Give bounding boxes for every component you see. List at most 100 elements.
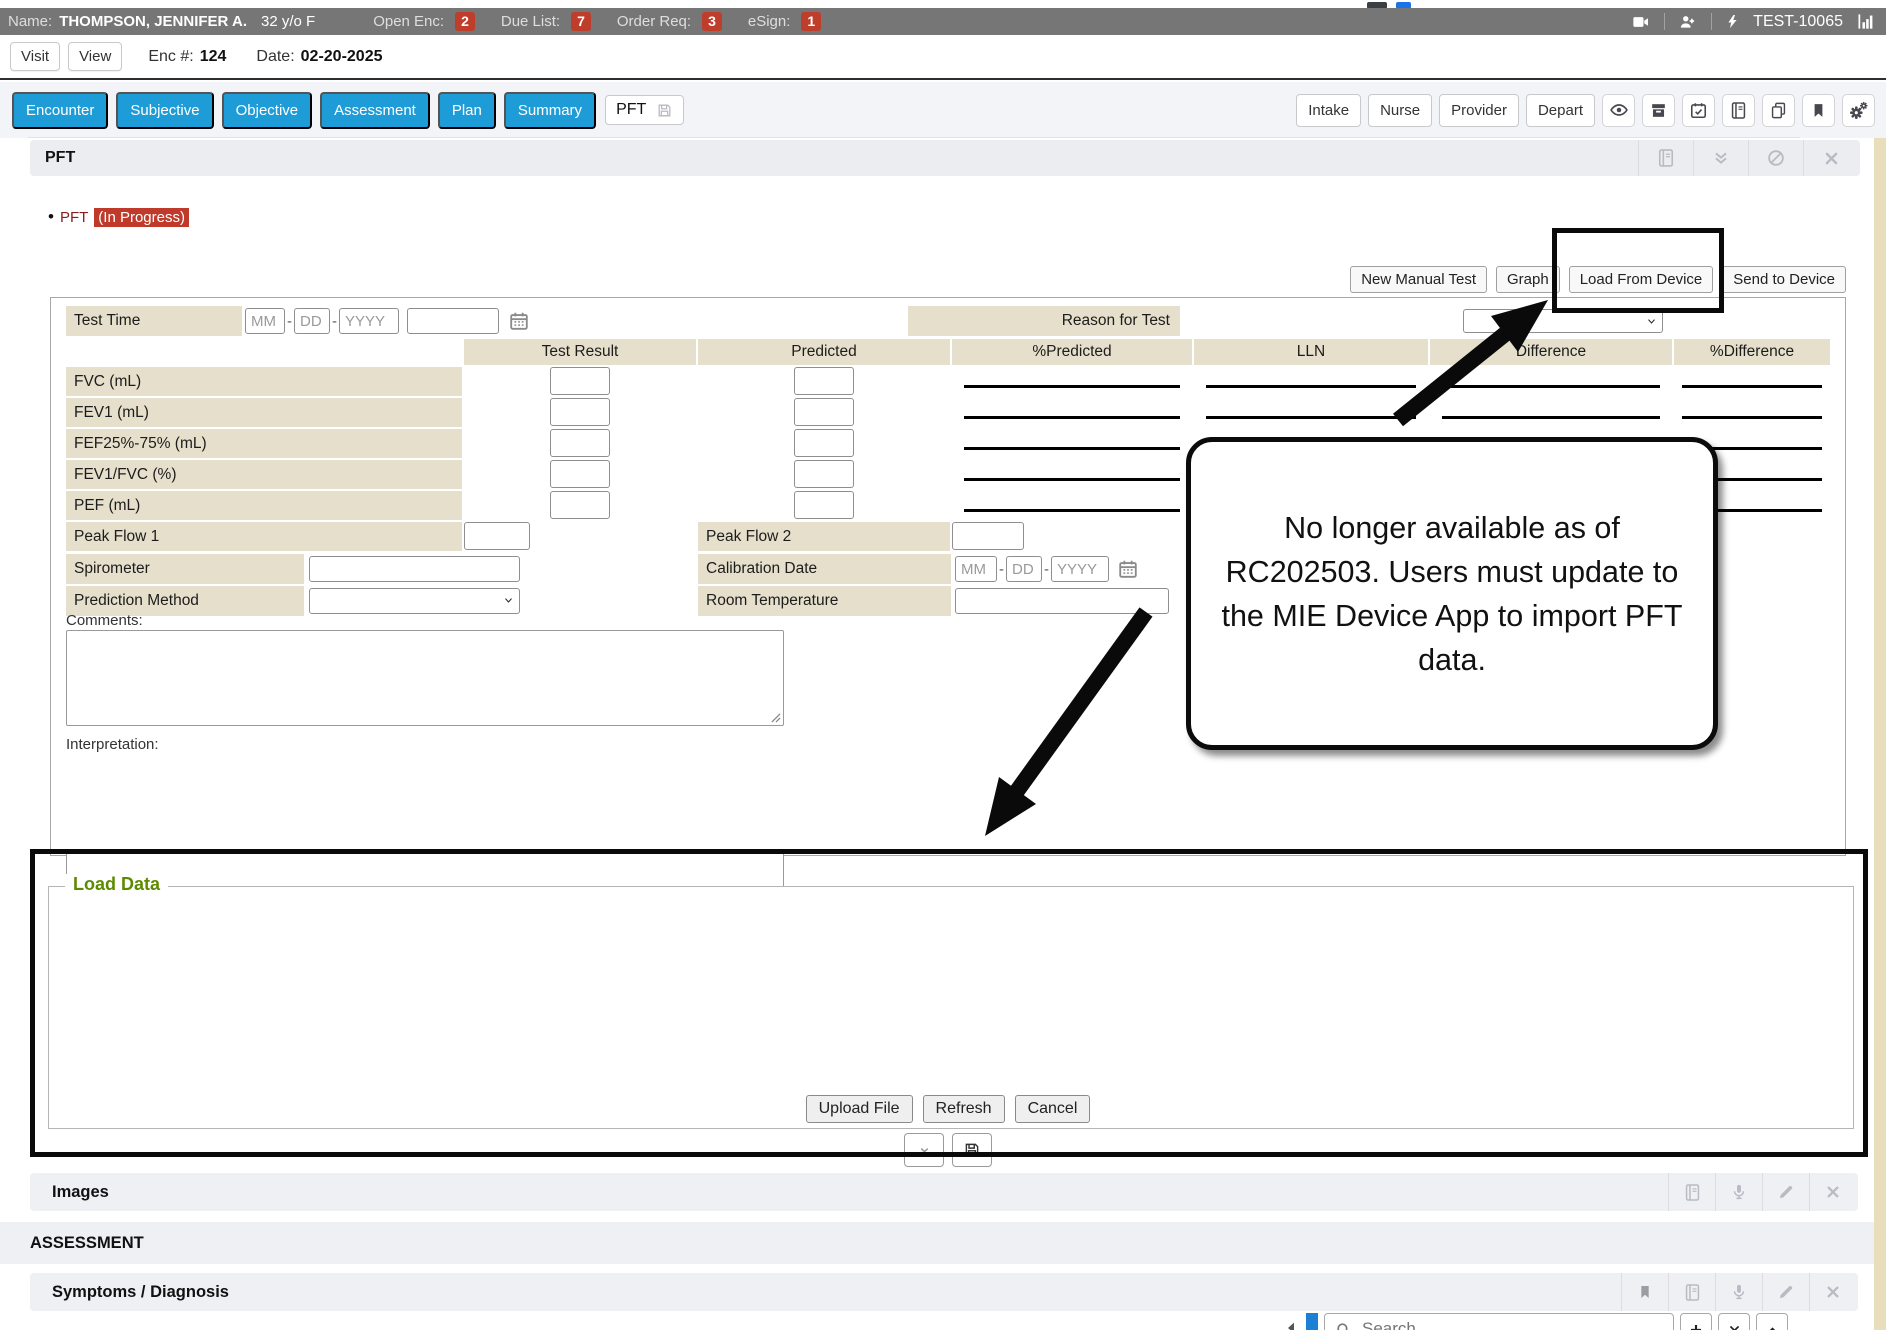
load-from-device-button[interactable]: Load From Device — [1569, 266, 1714, 293]
test-time-input[interactable] — [407, 308, 499, 334]
caret-up-icon[interactable] — [1756, 1313, 1788, 1330]
settings-gears-icon[interactable] — [1842, 94, 1875, 127]
tab-subjective[interactable]: Subjective — [116, 92, 213, 129]
book-icon[interactable] — [1638, 140, 1693, 176]
spirometer-input[interactable] — [309, 556, 520, 582]
section-mini-controls — [50, 1133, 1846, 1167]
send-to-device-button[interactable]: Send to Device — [1722, 266, 1846, 293]
images-section-bar[interactable]: Images — [30, 1173, 1858, 1211]
room-temperature-input[interactable] — [955, 588, 1169, 614]
close-icon[interactable] — [1718, 1313, 1750, 1330]
peak-flow-1-label: Peak Flow 1 — [66, 522, 462, 551]
collapse-left-icon[interactable] — [1284, 1319, 1300, 1330]
chevron-down-icon[interactable] — [904, 1133, 944, 1167]
save-icon[interactable] — [952, 1133, 992, 1167]
copy-icon[interactable] — [1762, 94, 1795, 127]
provider-button[interactable]: Provider — [1439, 94, 1519, 127]
pef-predicted-input[interactable] — [794, 491, 854, 519]
bookmark-icon[interactable] — [1802, 94, 1835, 127]
depart-button[interactable]: Depart — [1526, 94, 1595, 127]
test-date-dd-input[interactable] — [294, 308, 330, 334]
test-date-yyyy-input[interactable] — [339, 308, 399, 334]
open-enc-count[interactable]: 2 — [455, 12, 475, 31]
microphone-icon[interactable] — [1715, 1273, 1762, 1311]
save-icon[interactable] — [656, 102, 673, 119]
intake-button[interactable]: Intake — [1296, 94, 1361, 127]
enc-number-value: 124 — [200, 48, 227, 66]
esign-count[interactable]: 1 — [801, 12, 821, 31]
calibration-mm-input[interactable] — [955, 556, 997, 582]
col-test-result: Test Result — [464, 339, 696, 365]
assessment-section-bar[interactable]: ASSESSMENT — [0, 1222, 1886, 1264]
book-icon[interactable] — [1722, 94, 1755, 127]
tab-encounter[interactable]: Encounter — [12, 92, 108, 129]
book-icon[interactable] — [1668, 1173, 1715, 1211]
visit-button[interactable]: Visit — [10, 42, 60, 71]
tab-summary[interactable]: Summary — [504, 92, 596, 129]
close-icon[interactable] — [1803, 140, 1858, 176]
bar-chart-icon[interactable] — [1856, 12, 1876, 31]
cancel-button[interactable]: Cancel — [1015, 1095, 1091, 1123]
cancel-icon[interactable] — [1748, 140, 1803, 176]
tab-plan[interactable]: Plan — [438, 92, 496, 129]
add-icon[interactable] — [1680, 1313, 1712, 1330]
calibration-yyyy-input[interactable] — [1051, 556, 1109, 582]
order-req-count[interactable]: 3 — [702, 12, 722, 31]
tab-pft-active[interactable]: PFT — [605, 95, 684, 125]
fvc-test-result-input[interactable] — [550, 367, 610, 395]
pef-test-result-input[interactable] — [550, 491, 610, 519]
symptoms-diagnosis-section-bar[interactable]: Symptoms / Diagnosis — [30, 1273, 1858, 1311]
fef-predicted-input[interactable] — [794, 429, 854, 457]
search-input-wrap[interactable] — [1324, 1313, 1674, 1330]
fev1fvc-predicted-input[interactable] — [794, 460, 854, 488]
pencil-icon[interactable] — [1762, 1173, 1809, 1211]
lightning-icon[interactable] — [1725, 12, 1740, 31]
peak-flow-2-input[interactable] — [952, 522, 1024, 550]
due-list-count[interactable]: 7 — [571, 12, 591, 31]
tab-assessment[interactable]: Assessment — [320, 92, 430, 129]
collapse-icon[interactable] — [1693, 140, 1748, 176]
bookmark-icon[interactable] — [1621, 1273, 1668, 1311]
close-icon[interactable] — [1809, 1173, 1856, 1211]
prediction-method-select[interactable] — [309, 588, 520, 614]
tab-objective[interactable]: Objective — [222, 92, 313, 129]
assessment-title: ASSESSMENT — [30, 1234, 144, 1253]
peak-flow-2-label: Peak Flow 2 — [698, 522, 950, 551]
fev1-test-result-input[interactable] — [550, 398, 610, 426]
archive-icon[interactable] — [1642, 94, 1675, 127]
fef-test-result-input[interactable] — [550, 429, 610, 457]
fev1fvc-test-result-input[interactable] — [550, 460, 610, 488]
new-manual-test-button[interactable]: New Manual Test — [1350, 266, 1487, 293]
refresh-button[interactable]: Refresh — [923, 1095, 1005, 1123]
pencil-icon[interactable] — [1762, 1273, 1809, 1311]
calendar-icon[interactable] — [508, 310, 530, 332]
video-icon[interactable] — [1630, 13, 1651, 31]
symptoms-diagnosis-title: Symptoms / Diagnosis — [52, 1283, 229, 1302]
add-user-icon[interactable] — [1678, 13, 1698, 31]
blank-line — [964, 509, 1180, 512]
search-input[interactable] — [1360, 1318, 1634, 1330]
nurse-button[interactable]: Nurse — [1368, 94, 1432, 127]
blank-line — [1206, 385, 1417, 388]
col-predicted: Predicted — [698, 339, 950, 365]
close-icon[interactable] — [1809, 1273, 1856, 1311]
peak-flow-1-input[interactable] — [464, 522, 530, 550]
fvc-predicted-input[interactable] — [794, 367, 854, 395]
resize-handle[interactable] — [770, 712, 781, 723]
comments-textarea[interactable] — [66, 630, 784, 726]
calendar-icon[interactable] — [1117, 558, 1139, 580]
upload-file-button[interactable]: Upload File — [806, 1095, 913, 1123]
test-date-mm-input[interactable] — [245, 308, 285, 334]
eye-icon[interactable] — [1602, 94, 1635, 127]
row-fvc: FVC (mL) — [66, 367, 1830, 396]
graph-button[interactable]: Graph — [1496, 266, 1560, 293]
accent-bar — [1306, 1313, 1318, 1330]
fev1-predicted-input[interactable] — [794, 398, 854, 426]
pft-document-link[interactable]: PFT — [60, 209, 88, 226]
microphone-icon[interactable] — [1715, 1173, 1762, 1211]
book-icon[interactable] — [1668, 1273, 1715, 1311]
reason-for-test-select[interactable] — [1463, 309, 1663, 333]
view-button[interactable]: View — [68, 42, 122, 71]
calibration-dd-input[interactable] — [1006, 556, 1042, 582]
calendar-check-icon[interactable] — [1682, 94, 1715, 127]
